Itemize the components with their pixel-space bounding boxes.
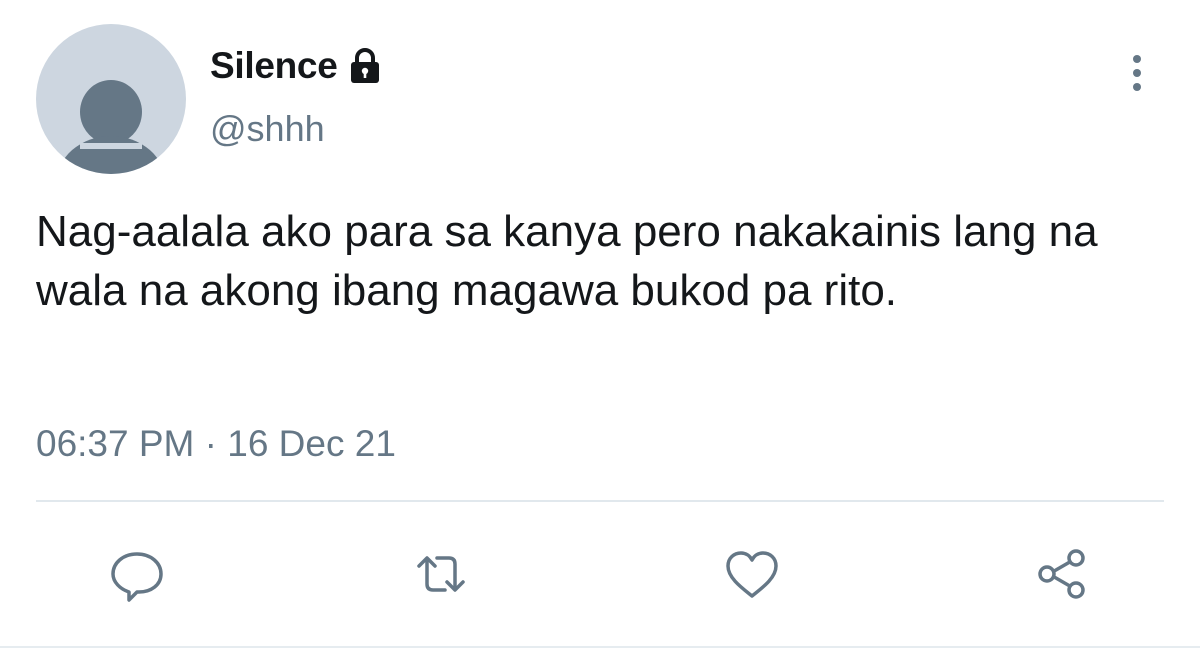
comment-icon	[111, 552, 163, 602]
tweet-timestamp[interactable]: 06:37 PM · 16 Dec 21	[36, 423, 396, 465]
divider	[36, 500, 1164, 502]
user-name-row: Silence	[210, 44, 385, 88]
retweet-button[interactable]	[411, 544, 471, 604]
more-options-icon[interactable]	[1120, 50, 1154, 96]
share-button[interactable]	[1032, 544, 1092, 604]
share-icon	[1038, 549, 1085, 599]
like-button[interactable]	[722, 544, 782, 604]
lock-icon	[345, 46, 385, 86]
tweet-text: Nag-aalala ako para sa kanya pero nakaka…	[36, 207, 1098, 315]
heart-icon	[726, 551, 778, 598]
display-name[interactable]: Silence	[210, 45, 338, 87]
default-avatar-icon	[57, 80, 165, 174]
bottom-divider	[0, 646, 1200, 648]
reply-button[interactable]	[107, 544, 167, 604]
retweet-icon	[417, 556, 465, 592]
user-handle[interactable]: @shhh	[210, 108, 325, 150]
avatar[interactable]	[36, 24, 186, 174]
